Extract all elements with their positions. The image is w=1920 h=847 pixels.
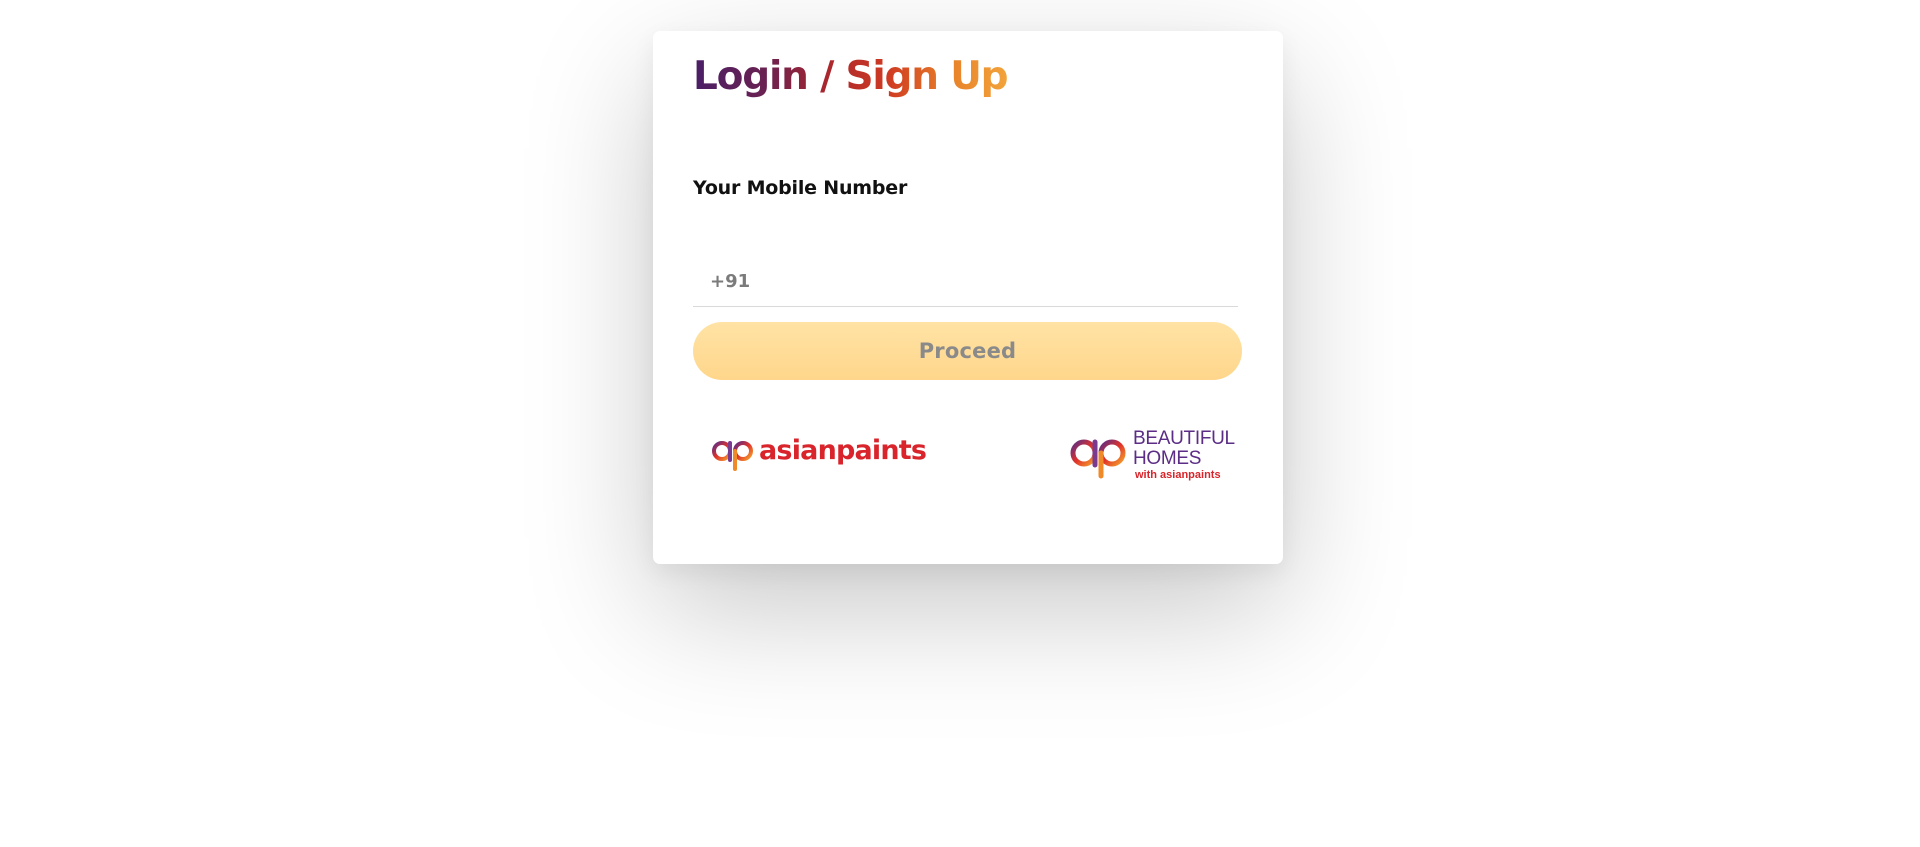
- beautiful-homes-line2: HOMES: [1133, 448, 1202, 469]
- country-code-prefix: +91: [710, 270, 751, 292]
- page-title: Login / Sign Up: [693, 52, 1009, 103]
- login-card: Login / Sign Up Your Mobile Number +91 P…: [653, 31, 1283, 564]
- mobile-number-input[interactable]: [760, 258, 1238, 304]
- proceed-button[interactable]: Proceed: [693, 322, 1242, 380]
- beautiful-homes-wordmark: BEAUTIFUL HOMES with asianpaints: [1133, 429, 1235, 481]
- page: Login / Sign Up Your Mobile Number +91 P…: [0, 0, 1920, 847]
- asianpaints-wordmark: asianpaints: [759, 434, 927, 466]
- asianpaints-logo: asianpaints: [709, 433, 927, 473]
- beautiful-homes-logo-icon: [1070, 439, 1126, 479]
- mobile-number-field[interactable]: +91: [693, 256, 1238, 307]
- beautiful-homes-logo: BEAUTIFUL HOMES with asianpaints: [1067, 429, 1235, 481]
- mobile-number-label: Your Mobile Number: [693, 177, 908, 199]
- beautiful-homes-line3: with asianpaints: [1135, 469, 1221, 481]
- asianpaints-logo-icon: [712, 441, 753, 471]
- beautiful-homes-line1: BEAUTIFUL: [1133, 428, 1235, 449]
